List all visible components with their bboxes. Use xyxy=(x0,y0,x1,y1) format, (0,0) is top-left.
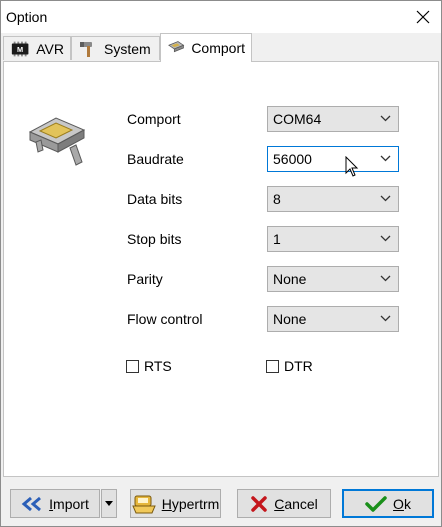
flow-control-label: Flow control xyxy=(127,311,203,327)
parity-value: None xyxy=(273,271,307,287)
comport-value: COM64 xyxy=(273,111,322,127)
parity-label: Parity xyxy=(127,271,163,287)
baudrate-value: 56000 xyxy=(273,151,312,167)
double-arrow-left-icon xyxy=(21,496,42,511)
data-bits-label: Data bits xyxy=(127,191,183,207)
ok-button-label: Ok xyxy=(393,495,411,512)
chip-icon: M xyxy=(11,41,29,56)
dtr-label: DTR xyxy=(284,358,313,374)
import-button[interactable]: Import xyxy=(10,489,100,518)
chevron-down-icon xyxy=(380,195,391,202)
chevron-down-icon xyxy=(380,235,391,242)
option-dialog: Option M AVR System Comport Comport COM6… xyxy=(0,0,442,527)
cancel-button-label: Cancel xyxy=(274,495,318,512)
close-icon xyxy=(416,10,430,24)
ok-button[interactable]: Ok xyxy=(342,489,434,518)
svg-text:M: M xyxy=(17,44,23,53)
x-icon xyxy=(251,495,267,512)
window-title: Option xyxy=(6,9,48,25)
chevron-down-icon xyxy=(380,315,391,322)
comport-select[interactable]: COM64 xyxy=(267,106,399,132)
caret-down-icon xyxy=(105,501,113,506)
parity-select[interactable]: None xyxy=(267,266,399,292)
comport-label: Comport xyxy=(127,111,181,127)
data-bits-select[interactable]: 8 xyxy=(267,186,399,212)
tab-label: Comport xyxy=(191,40,245,56)
tab-label: AVR xyxy=(36,40,64,57)
stop-bits-value: 1 xyxy=(273,231,281,247)
hypertrm-button-label: Hypertrm xyxy=(161,495,220,512)
flow-control-value: None xyxy=(273,311,307,327)
hypertrm-button[interactable]: Hypertrm xyxy=(130,489,221,518)
baudrate-select[interactable]: 56000 xyxy=(267,146,399,172)
rts-check-box[interactable] xyxy=(126,359,139,373)
title-bar: Option xyxy=(1,1,441,33)
stop-bits-label: Stop bits xyxy=(127,231,182,247)
tab-system[interactable]: System xyxy=(71,36,160,60)
serial-port-icon xyxy=(168,41,185,53)
rts-label: RTS xyxy=(144,358,172,374)
mouse-pointer-icon xyxy=(345,156,359,177)
checkmark-icon xyxy=(365,495,387,512)
tab-strip: M AVR System Comport xyxy=(1,33,441,62)
import-dropdown-button[interactable] xyxy=(101,489,117,518)
serial-port-icon xyxy=(28,117,86,166)
baudrate-label: Baudrate xyxy=(127,151,184,167)
stop-bits-select[interactable]: 1 xyxy=(267,226,399,252)
rts-checkbox[interactable]: RTS xyxy=(126,358,172,374)
cancel-button[interactable]: Cancel xyxy=(237,489,331,518)
dtr-checkbox[interactable]: DTR xyxy=(266,358,313,374)
import-button-label: Import xyxy=(49,495,89,512)
tab-label: System xyxy=(104,40,151,57)
close-button[interactable] xyxy=(411,5,435,29)
dtr-check-box[interactable] xyxy=(266,359,279,373)
chevron-down-icon xyxy=(380,115,391,122)
flow-control-select[interactable]: None xyxy=(267,306,399,332)
chevron-down-icon xyxy=(380,155,391,162)
comport-panel: Comport COM64 Baudrate 56000 Data bits 8… xyxy=(3,61,439,477)
hammer-icon xyxy=(80,41,92,57)
terminal-phone-icon xyxy=(131,495,156,513)
chevron-down-icon xyxy=(380,275,391,282)
tab-avr[interactable]: M AVR xyxy=(3,36,71,60)
data-bits-value: 8 xyxy=(273,191,281,207)
tab-comport[interactable]: Comport xyxy=(160,33,252,62)
